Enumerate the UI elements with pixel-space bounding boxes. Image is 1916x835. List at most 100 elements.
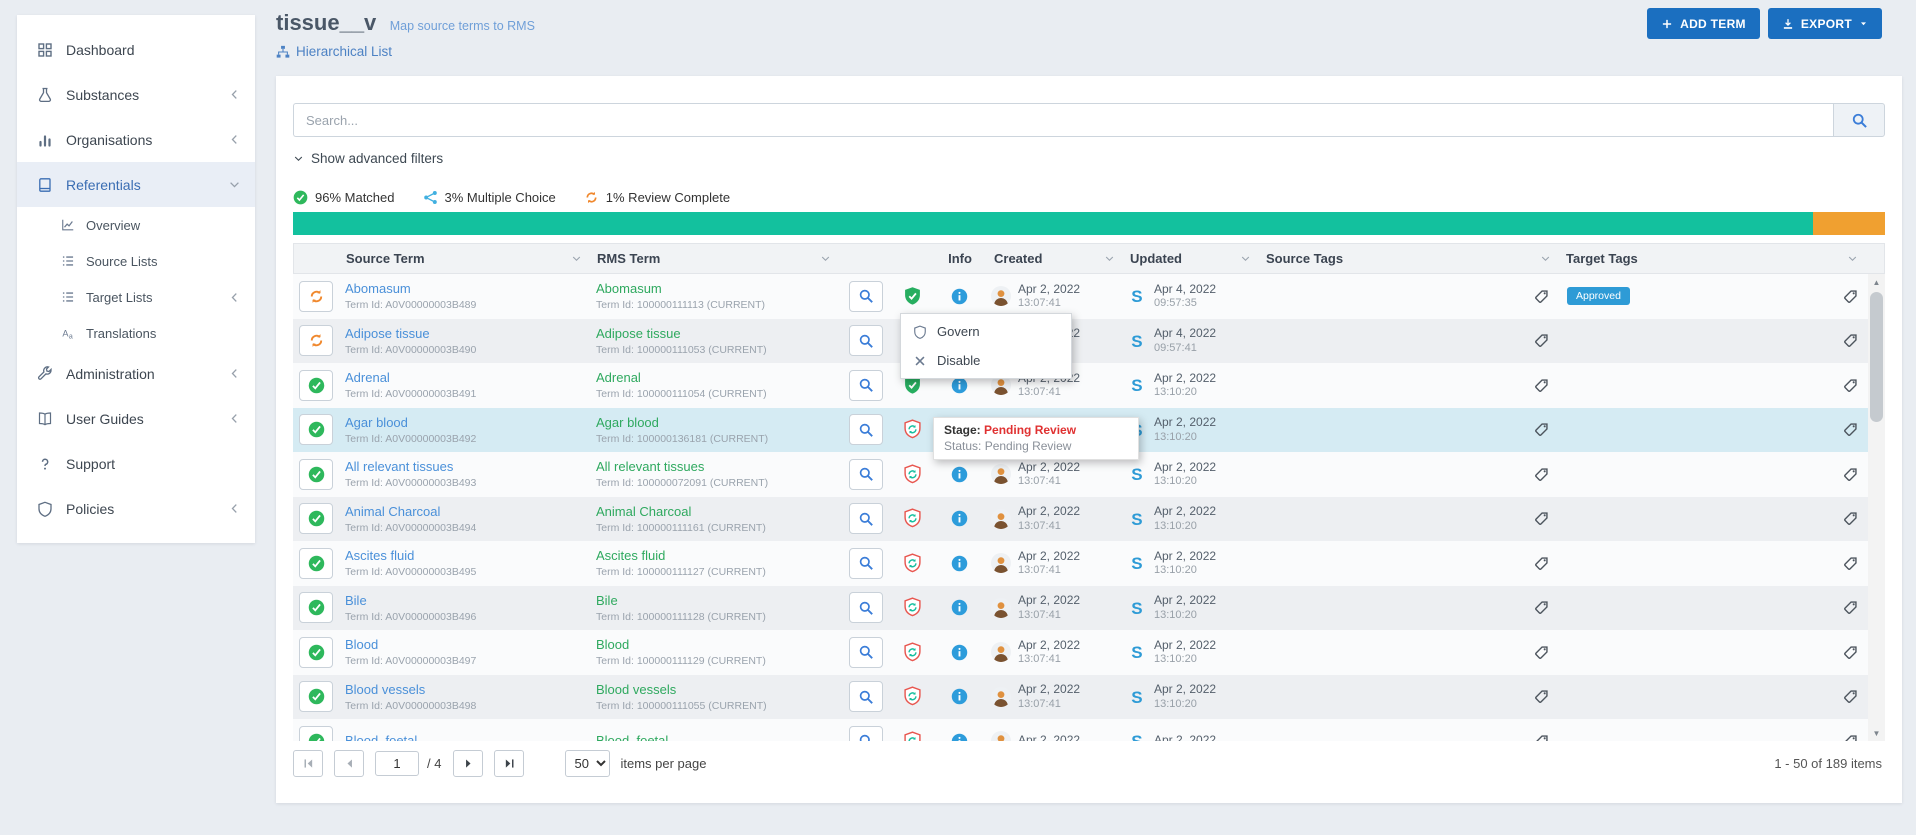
advanced-filters-toggle[interactable]: Show advanced filters	[293, 151, 443, 166]
shield-sync-icon[interactable]	[903, 642, 922, 663]
sidebar-item-overview[interactable]: Overview	[17, 207, 255, 243]
shield-sync-icon[interactable]	[903, 731, 922, 741]
source-term-link[interactable]: Blood vessels	[345, 682, 425, 698]
header-rms-term[interactable]: RMS Term	[591, 244, 840, 273]
previous-page-button[interactable]	[334, 750, 364, 777]
header-updated[interactable]: Updated	[1124, 244, 1260, 273]
shield-sync-icon[interactable]	[903, 597, 922, 618]
rms-term-link[interactable]: Adrenal	[596, 370, 641, 386]
info-icon[interactable]	[951, 377, 968, 394]
sort-chevron-icon[interactable]	[820, 253, 831, 264]
rms-term-link[interactable]: Blood vessels	[596, 682, 676, 698]
tag-icon[interactable]	[1843, 600, 1858, 615]
tag-icon[interactable]	[1843, 556, 1858, 571]
next-page-button[interactable]	[453, 750, 483, 777]
source-term-link[interactable]: Agar blood	[345, 415, 408, 431]
sidebar-item-policies[interactable]: Policies	[17, 486, 255, 531]
shield-sync-icon[interactable]	[903, 508, 922, 529]
rms-term-link[interactable]: Ascites fluid	[596, 548, 665, 564]
context-menu-item-disable[interactable]: Disable	[901, 346, 1071, 375]
scrollbar-thumb[interactable]	[1870, 292, 1883, 422]
source-term-link[interactable]: Adipose tissue	[345, 326, 430, 342]
zoom-term-button[interactable]	[849, 548, 883, 579]
zoom-term-button[interactable]	[849, 414, 883, 445]
match-status-button[interactable]	[299, 548, 333, 579]
match-status-button[interactable]	[299, 281, 333, 312]
source-term-link[interactable]: Adrenal	[345, 370, 390, 386]
info-icon[interactable]	[951, 510, 968, 527]
tag-icon[interactable]	[1843, 511, 1858, 526]
source-term-link[interactable]: Bile	[345, 593, 367, 609]
shield-sync-icon[interactable]	[903, 464, 922, 485]
source-term-link[interactable]: Animal Charcoal	[345, 504, 440, 520]
rms-term-link[interactable]: Blood	[596, 637, 629, 653]
rms-term-link[interactable]: Abomasum	[596, 281, 662, 297]
tag-icon[interactable]	[1843, 689, 1858, 704]
vertical-scrollbar[interactable]: ▲ ▼	[1868, 274, 1885, 741]
tag-icon[interactable]	[1843, 289, 1858, 304]
sort-chevron-icon[interactable]	[1104, 253, 1115, 264]
match-status-button[interactable]	[299, 503, 333, 534]
shield-sync-icon[interactable]	[903, 419, 922, 440]
shield-sync-icon[interactable]	[903, 686, 922, 707]
header-target-tags[interactable]: Target Tags	[1560, 244, 1867, 273]
tag-icon[interactable]	[1534, 511, 1549, 526]
match-status-button[interactable]	[299, 459, 333, 490]
match-status-button[interactable]	[299, 325, 333, 356]
sidebar-item-target-lists[interactable]: Target Lists	[17, 279, 255, 315]
info-icon[interactable]	[951, 466, 968, 483]
tag-icon[interactable]	[1534, 333, 1549, 348]
rms-term-link[interactable]: Adipose tissue	[596, 326, 681, 342]
sidebar-item-support[interactable]: Support	[17, 441, 255, 486]
zoom-term-button[interactable]	[849, 726, 883, 741]
rms-term-link[interactable]: Bile	[596, 593, 618, 609]
match-status-button[interactable]	[299, 592, 333, 623]
tag-icon[interactable]	[1843, 734, 1858, 741]
source-term-link[interactable]: Blood, foetal	[345, 733, 417, 741]
tag-icon[interactable]	[1534, 556, 1549, 571]
tag-icon[interactable]	[1534, 422, 1549, 437]
info-icon[interactable]	[951, 288, 968, 305]
match-status-button[interactable]	[299, 414, 333, 445]
zoom-term-button[interactable]	[849, 459, 883, 490]
rms-term-link[interactable]: Agar blood	[596, 415, 659, 431]
zoom-term-button[interactable]	[849, 592, 883, 623]
source-term-link[interactable]: All relevant tissues	[345, 459, 453, 475]
context-menu-item-govern[interactable]: Govern	[901, 317, 1071, 346]
rms-term-link[interactable]: Blood, foetal	[596, 733, 668, 741]
header-source-tags[interactable]: Source Tags	[1260, 244, 1560, 273]
zoom-term-button[interactable]	[849, 370, 883, 401]
tag-icon[interactable]	[1534, 467, 1549, 482]
rms-term-link[interactable]: All relevant tissues	[596, 459, 704, 475]
source-term-link[interactable]: Blood	[345, 637, 378, 653]
sidebar-item-dashboard[interactable]: Dashboard	[17, 27, 255, 72]
scroll-up-icon[interactable]: ▲	[1868, 274, 1885, 290]
sort-chevron-icon[interactable]	[1240, 253, 1251, 264]
source-term-link[interactable]: Ascites fluid	[345, 548, 414, 564]
header-source-term[interactable]: Source Term	[340, 244, 591, 273]
info-icon[interactable]	[951, 688, 968, 705]
search-button[interactable]	[1833, 103, 1885, 137]
tag-icon[interactable]	[1843, 467, 1858, 482]
tag-icon[interactable]	[1534, 689, 1549, 704]
sort-chevron-icon[interactable]	[571, 253, 582, 264]
sort-chevron-icon[interactable]	[1540, 253, 1551, 264]
info-icon[interactable]	[951, 733, 968, 741]
tag-icon[interactable]	[1843, 422, 1858, 437]
zoom-term-button[interactable]	[849, 503, 883, 534]
tag-icon[interactable]	[1534, 645, 1549, 660]
export-button[interactable]: EXPORT	[1768, 8, 1882, 39]
sidebar-item-source-lists[interactable]: Source Lists	[17, 243, 255, 279]
scroll-down-icon[interactable]: ▼	[1868, 725, 1885, 741]
last-page-button[interactable]	[494, 750, 524, 777]
header-created[interactable]: Created	[988, 244, 1124, 273]
tag-icon[interactable]	[1843, 378, 1858, 393]
sidebar-item-user-guides[interactable]: User Guides	[17, 396, 255, 441]
info-icon[interactable]	[951, 644, 968, 661]
shield-check-icon[interactable]	[903, 286, 922, 307]
zoom-term-button[interactable]	[849, 325, 883, 356]
hierarchical-list-link[interactable]: Hierarchical List	[276, 44, 392, 59]
tag-icon[interactable]	[1534, 289, 1549, 304]
tag-icon[interactable]	[1534, 734, 1549, 741]
zoom-term-button[interactable]	[849, 281, 883, 312]
